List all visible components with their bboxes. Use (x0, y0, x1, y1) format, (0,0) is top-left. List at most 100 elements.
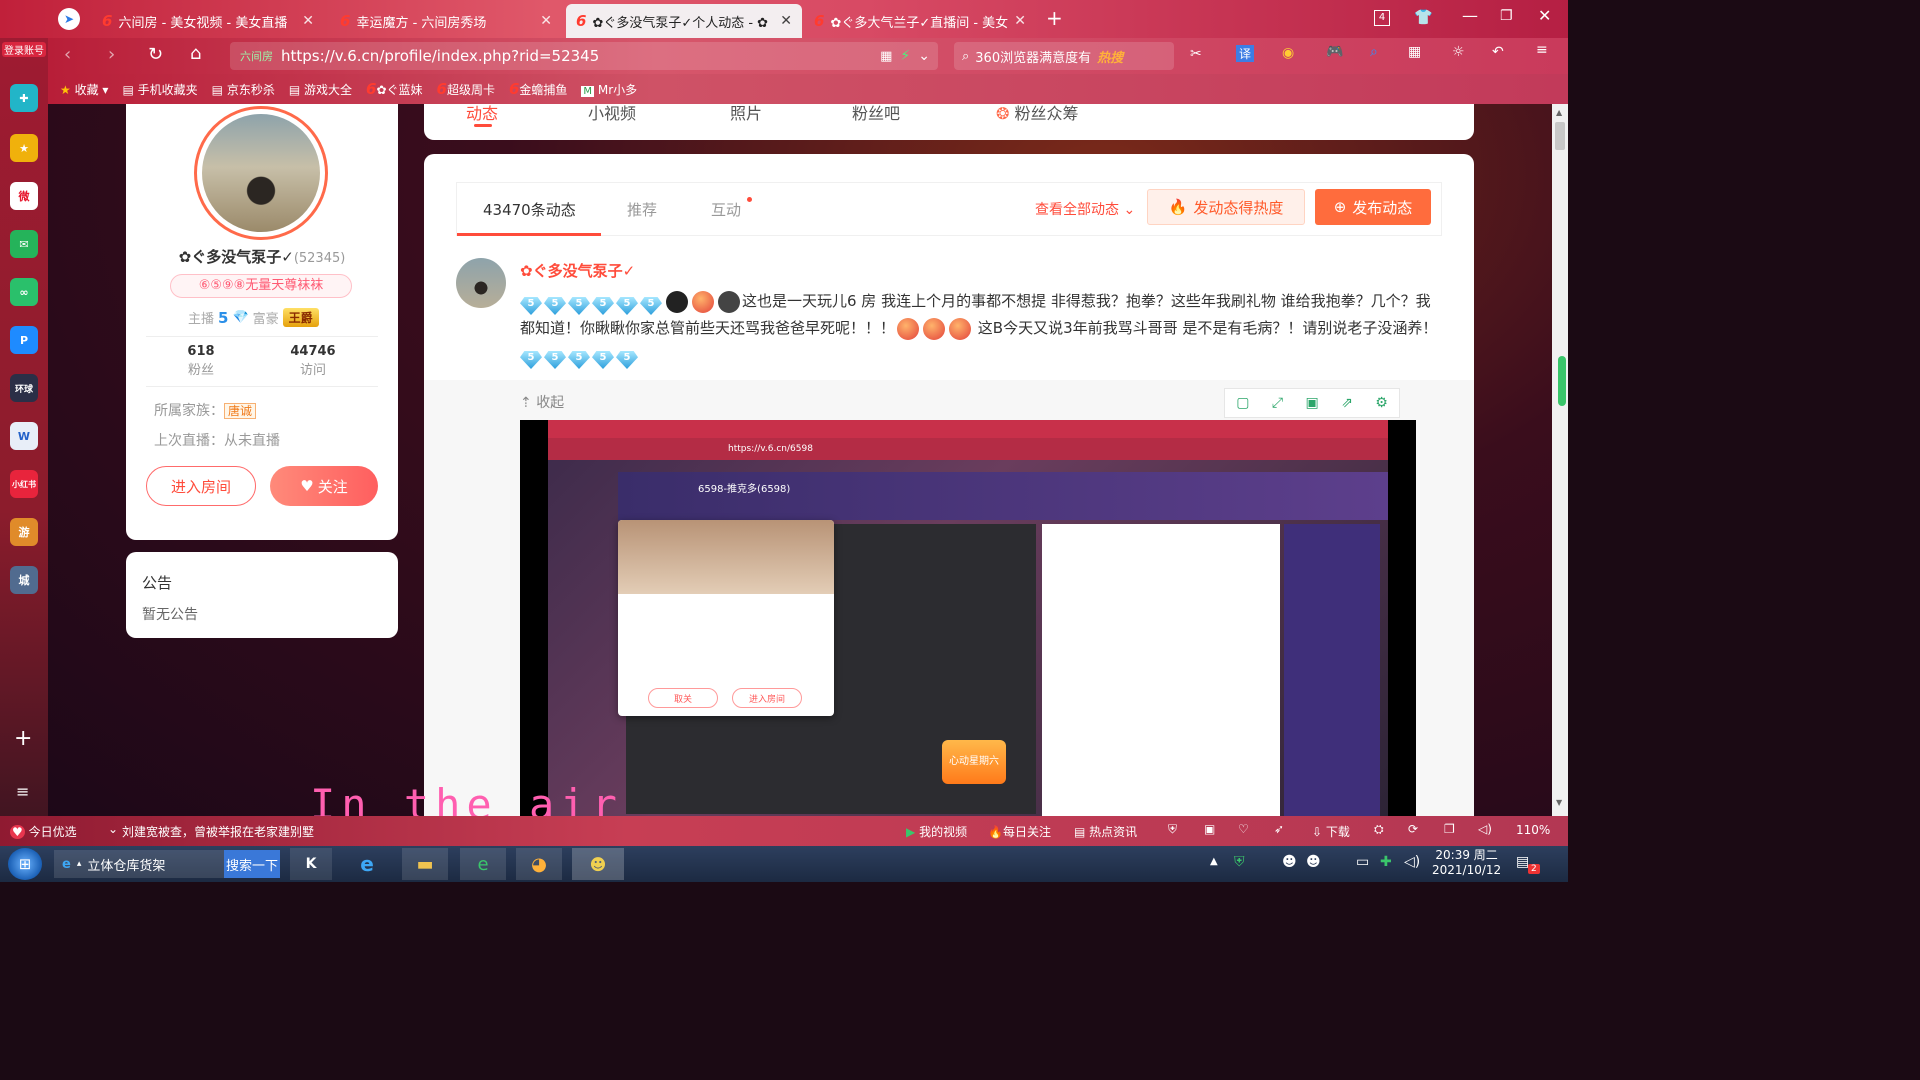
back-icon[interactable]: ‹ (64, 44, 71, 65)
minimize-icon[interactable]: — (1462, 6, 1478, 25)
bookmark-fishing[interactable]: 6金蟾捕鱼 (509, 80, 567, 98)
scroll-up-icon[interactable]: ▲ (1556, 108, 1562, 117)
embedded-screenshot[interactable]: https://v.6.cn/6598 6598-推克多(6598) 取关 进入… (520, 420, 1416, 816)
refresh-icon[interactable]: ↻ (148, 44, 163, 65)
tray-shield-icon[interactable]: ⛨ (1234, 854, 1245, 870)
taskbar-ie-item[interactable]: e ▴ 立体仓库货架 (54, 850, 224, 878)
tab-interact[interactable]: 互动 (711, 199, 741, 220)
settings-icon[interactable]: ⚙ (1375, 395, 1388, 411)
bookmark-weekcard[interactable]: 6超级周卡 (437, 80, 495, 98)
news-ticker[interactable]: 刘建宽被查，曾被举报在老家建别墅 (122, 823, 314, 840)
doc-icon[interactable]: W (10, 422, 38, 450)
tray-qq-icon[interactable]: ☻ (1282, 854, 1297, 870)
translate-tool-icon[interactable]: 译 (1236, 45, 1255, 62)
new-tab-button[interactable]: + (1046, 6, 1063, 30)
gamepad-icon[interactable]: 🎮 (1326, 44, 1343, 60)
close-icon[interactable]: ✕ (540, 13, 552, 29)
page-scrollbar[interactable]: ▲ ▼ (1552, 104, 1568, 816)
heart-outline-icon[interactable]: ♡ (1238, 822, 1249, 836)
daily-link[interactable]: 🔥每日关注 (988, 823, 1051, 840)
link-icon[interactable]: ∞ (10, 278, 38, 306)
chevron-down-icon[interactable]: ⌄ (918, 48, 930, 64)
tab-recommend[interactable]: 推荐 (627, 199, 657, 220)
scroll-thumb[interactable] (1555, 122, 1565, 150)
game-app-icon[interactable]: 环球 (10, 374, 38, 402)
game3-icon[interactable]: 城 (10, 566, 38, 594)
tab-2[interactable]: 6 幸运魔方 - 六间房秀场 ✕ (330, 4, 562, 38)
rocket-icon[interactable]: ➶ (1274, 822, 1284, 836)
post-author[interactable]: ✿ぐ多没气泵子✓ (520, 260, 635, 281)
taskbar-app-folder[interactable]: ▬ (402, 848, 448, 880)
tab-1[interactable]: 6 六间房 - 美女视频 - 美女直播 ✕ (92, 4, 324, 38)
taskbar-app-360[interactable]: e (460, 848, 506, 880)
undo-icon[interactable]: ↶ (1492, 44, 1504, 60)
tab-count[interactable]: 4 (1374, 10, 1390, 26)
nav-tab-crowdfund[interactable]: ❂ 粉丝众筹 (996, 104, 1079, 124)
bookmark-mrxiaoduo[interactable]: M Mr小多 (581, 81, 637, 98)
scroll-down-icon[interactable]: ▼ (1556, 798, 1562, 807)
enter-room-button[interactable]: 进入房间 (146, 466, 256, 506)
shield-icon[interactable]: ⛨ (1168, 822, 1177, 837)
close-icon[interactable]: ✕ (1014, 13, 1026, 29)
bookmark-jd[interactable]: ▤ 京东秒杀 (212, 81, 275, 98)
chevron-down-icon[interactable]: ⌄ (108, 822, 118, 836)
url-field[interactable]: 六间房 https://v.6.cn/profile/index.php?rid… (230, 42, 938, 70)
favorites-icon[interactable]: ★ (10, 134, 38, 162)
taskbar-app-ie[interactable]: e (346, 848, 388, 880)
login-label[interactable]: 登录账号 (2, 42, 46, 57)
nav-circle-icon[interactable]: ➤ (58, 8, 80, 30)
view-all-dynamics[interactable]: 查看全部动态 ⌄ (1035, 199, 1135, 219)
fans-stat[interactable]: 618 粉丝 (166, 344, 236, 378)
fullscreen-icon[interactable]: ⤢ (1272, 395, 1283, 411)
game2-icon[interactable]: 游 (10, 518, 38, 546)
search-button[interactable]: 搜索一下 (224, 850, 280, 878)
save-icon[interactable]: ▣ (1305, 395, 1318, 411)
tab-4[interactable]: 6 ✿ぐ多大气兰子✓直播间 - 美女 ✕ (804, 4, 1036, 38)
restore-icon[interactable]: ❐ (1500, 8, 1513, 24)
cut-icon[interactable]: ✂ (1190, 46, 1202, 62)
nav-tab-photos[interactable]: 照片 (730, 104, 762, 124)
hot-news-link[interactable]: ▤ 热点资讯 (1074, 823, 1137, 840)
bookmark-games[interactable]: ▤ 游戏大全 (289, 81, 352, 98)
avatar[interactable] (194, 106, 328, 240)
mail-icon[interactable]: ✉ (10, 230, 38, 258)
close-window-icon[interactable]: ✕ (1538, 6, 1551, 25)
close-icon[interactable]: ✕ (302, 13, 314, 29)
collapse-link[interactable]: ⇡ 收起 (520, 392, 564, 412)
sound-icon[interactable]: ◁) (1478, 822, 1492, 836)
post-avatar[interactable] (456, 258, 506, 308)
hot-dynamic-button[interactable]: 🔥 发动态得热度 (1147, 189, 1305, 225)
nav-tab-fanclub[interactable]: 粉丝吧 (852, 104, 900, 124)
translate-icon[interactable]: ✚ (10, 84, 38, 112)
more-menu-icon[interactable]: ≡ (1536, 42, 1548, 58)
taskbar-app-game[interactable]: ☻ (572, 848, 624, 880)
tray-360-icon[interactable]: ✚ (1380, 854, 1392, 870)
follow-button[interactable]: ♥ 关注 (270, 466, 378, 506)
qr-icon[interactable]: ▦ (880, 49, 892, 64)
tray-qq2-icon[interactable]: ☻ (1306, 854, 1321, 870)
home-icon[interactable]: ⌂ (190, 43, 201, 64)
theme-icon[interactable]: ☼ (1452, 44, 1465, 60)
nav-tab-dynamic[interactable]: 动态 (466, 104, 498, 124)
start-button[interactable]: ⊞ (8, 848, 42, 880)
tray-network-icon[interactable]: ▭ (1356, 854, 1369, 870)
side-green-handle[interactable] (1558, 356, 1566, 406)
refresh-icon[interactable]: ⟳ (1408, 822, 1418, 836)
share-icon[interactable]: ⇗ (1341, 395, 1353, 411)
find-icon[interactable]: ⌕ (1370, 44, 1378, 60)
add-icon[interactable]: + (14, 726, 32, 751)
xiaohongshu-icon[interactable]: 小红书 (10, 470, 38, 498)
family-badge[interactable]: 唐诚 (224, 403, 257, 419)
bookmark-mobile[interactable]: ▤ 手机收藏夹 (122, 81, 197, 98)
bookmark-favorites[interactable]: ★ 收藏 ▾ (60, 81, 108, 98)
weibo-icon[interactable]: 微 (10, 182, 38, 210)
skin-icon[interactable]: 👕 (1414, 8, 1433, 26)
taskbar-app-chrome[interactable]: ◕ (516, 848, 562, 880)
nav-tab-short-video[interactable]: 小视频 (588, 104, 636, 124)
grid-icon[interactable]: ▦ (1408, 44, 1421, 60)
tab-all-dynamics[interactable]: 43470条动态 (483, 199, 576, 220)
today-picks[interactable]: ♥ 今日优选 (10, 823, 77, 840)
tray-volume-icon[interactable]: ◁) (1404, 854, 1420, 870)
bookmark-lanmei[interactable]: 6✿ぐ蓝妹 (366, 80, 423, 98)
window-icon[interactable]: ❐ (1444, 822, 1455, 836)
